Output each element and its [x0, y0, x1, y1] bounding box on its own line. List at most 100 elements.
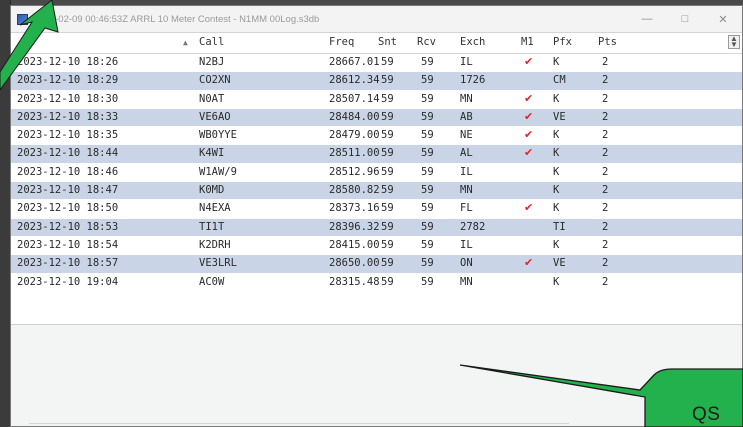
cell-call: CO2XN: [199, 74, 231, 87]
cell-snt: 59: [381, 257, 394, 270]
table-row[interactable]: 2023-12-10 18:29 CO2XN 28612.34 59 59 1726 CM 2: [11, 72, 742, 91]
cell-snt: 59: [381, 74, 394, 87]
header-pfx[interactable]: Pfx: [553, 36, 572, 48]
cell-snt: 59: [381, 275, 394, 288]
table-row[interactable]: 2023-12-10 18:30 N0AT 28507.14 59 59 MN ✔ K 2: [11, 91, 742, 109]
window-title: 2024-02-09 00:46:53Z ARRL 10 Meter Conte…: [34, 13, 320, 25]
cell-snt: 59: [381, 147, 394, 160]
table-row[interactable]: 2023-12-10 18:54 K2DRH 28415.00 59 59 IL K 2: [11, 237, 742, 256]
cell-freq: 28396.32: [329, 220, 380, 233]
cell-time: 2023-12-10 18:30: [17, 92, 119, 105]
table-row[interactable]: 2023-12-10 19:04 AC0W 28315.48 59 59 MN K 2: [11, 274, 742, 292]
header-snt[interactable]: Snt: [378, 36, 397, 48]
header-call[interactable]: Call: [199, 36, 224, 48]
cell-freq: 28484.00: [329, 110, 380, 123]
cell-snt: 59: [381, 56, 394, 68]
cell-pts: 2: [602, 275, 609, 288]
cell-exch: MN: [460, 184, 473, 197]
cell-time: 2023-12-10 18:46: [17, 165, 119, 178]
header-pts[interactable]: Pts: [598, 36, 617, 48]
cell-call: WB0YYE: [199, 129, 237, 142]
cell-pts: 2: [602, 147, 609, 160]
cell-freq: 28650.00: [329, 257, 380, 270]
minimize-icon[interactable]: —: [628, 6, 666, 32]
cell-rcv: 59: [421, 56, 434, 68]
cell-exch: IL: [460, 56, 473, 68]
table-row[interactable]: 2023-12-10 18:50 N4EXA 28373.16 59 59 FL ✔ K 2: [11, 200, 742, 219]
cell-rcv: 59: [421, 92, 434, 105]
table-row[interactable]: 2023-12-10 18:26 N2BJ 28667.01 59 59 IL ✔ K 2: [11, 54, 742, 73]
cell-pfx: VE: [553, 257, 566, 270]
table-row[interactable]: 2023-12-10 18:33 VE6AO 28484.00 59 59 AB ✔ VE 2: [11, 108, 742, 128]
cell-time: 2023-12-10 18:53: [17, 220, 119, 233]
cell-call: K0MD: [199, 184, 225, 197]
cell-exch: IL: [460, 165, 473, 178]
header-exch[interactable]: Exch: [460, 36, 485, 48]
multiplier-check-icon: ✔: [524, 91, 534, 105]
header-m1[interactable]: M1: [521, 36, 534, 48]
column-chooser-icon[interactable]: ▲ ▼: [728, 35, 740, 49]
cell-rcv: 59: [421, 220, 434, 233]
table-row[interactable]: 2023-12-10 18:35 WB0YYE 28479.00 59 59 NE ✔ K 2: [11, 127, 742, 146]
maximize-icon[interactable]: □: [666, 6, 704, 32]
header-freq[interactable]: Freq: [329, 36, 354, 48]
cell-exch: MN: [460, 275, 473, 288]
cell-freq: 28373.16: [329, 202, 380, 215]
cell-pts: 2: [602, 238, 609, 251]
multiplier-check-icon: ✔: [524, 109, 534, 123]
cell-pfx: K: [553, 238, 560, 251]
cell-exch: NE: [460, 129, 473, 142]
cell-rcv: 59: [421, 275, 434, 288]
table-row[interactable]: 2023-12-10 18:53 TI1T 28396.32 59 59 2782 TI 2: [11, 218, 742, 237]
cell-freq: 28512.96: [329, 165, 380, 178]
grid-header: ▲ Call Freq Snt Rcv Exch M1 Pfx Pts: [11, 33, 742, 54]
table-row[interactable]: 2023-12-10 18:44 K4WI 28511.00 59 59 AL ✔ K 2: [11, 145, 742, 164]
cell-pfx: K: [553, 275, 560, 288]
sort-ascending-icon: ▲: [183, 38, 188, 47]
cell-pts: 2: [602, 184, 609, 197]
cell-pts: 2: [602, 129, 609, 142]
cell-time: 2023-12-10 19:04: [17, 275, 119, 288]
cell-pfx: K: [553, 92, 560, 105]
table-row[interactable]: 2023-12-10 18:46 W1AW/9 28512.96 59 59 IL K 2: [11, 164, 742, 183]
cell-snt: 59: [381, 165, 394, 178]
cell-exch: IL: [460, 238, 473, 251]
cell-freq: 28479.00: [329, 129, 380, 142]
header-rcv[interactable]: Rcv: [417, 36, 436, 48]
cell-snt: 59: [381, 110, 394, 123]
cell-rcv: 59: [421, 147, 434, 160]
cell-snt: 59: [381, 184, 394, 197]
table-row[interactable]: 2023-12-10 18:57 VE3LRL 28650.00 59 59 ON ✔ VE 2: [11, 255, 742, 274]
close-icon[interactable]: ✕: [704, 6, 742, 32]
cell-snt: 59: [381, 220, 394, 233]
cell-pts: 2: [602, 56, 609, 68]
cell-pfx: K: [553, 165, 560, 178]
multiplier-check-icon: ✔: [524, 146, 534, 160]
multiplier-check-icon: ✔: [524, 128, 534, 142]
cell-call: N2BJ: [199, 56, 225, 68]
cell-rcv: 59: [421, 257, 434, 270]
cell-call: VE6AO: [199, 110, 231, 123]
cell-call: VE3LRL: [199, 257, 237, 270]
cell-pts: 2: [602, 220, 609, 233]
cell-freq: 28667.01: [329, 56, 380, 68]
qso-grid: 2023-12-10 18:26 N2BJ 28667.01 59 59 IL ✔ K 2 202…: [11, 54, 742, 316]
cell-time: 2023-12-10 18:54: [17, 238, 119, 251]
cell-rcv: 59: [421, 202, 434, 215]
cell-pts: 2: [602, 74, 609, 87]
cell-pts: 2: [602, 257, 609, 270]
cell-exch: AL: [460, 147, 473, 160]
cell-time: 2023-12-10 18:44: [17, 147, 119, 160]
cell-snt: 59: [381, 92, 394, 105]
cell-snt: 59: [381, 238, 394, 251]
table-row[interactable]: 2023-12-10 18:47 K0MD 28580.82 59 59 MN K 2: [11, 182, 742, 201]
cell-snt: 59: [381, 129, 394, 142]
cell-exch: FL: [460, 202, 473, 215]
callout-text: QS: [692, 404, 721, 425]
cell-rcv: 59: [421, 74, 434, 87]
title-bar[interactable]: 2024-02-09 00:46:53Z ARRL 10 Meter Conte…: [11, 6, 742, 33]
cell-freq: 28511.00: [329, 147, 380, 160]
cell-exch: 2782: [460, 220, 486, 233]
cell-call: N4EXA: [199, 202, 231, 215]
cell-call: AC0W: [199, 275, 225, 288]
